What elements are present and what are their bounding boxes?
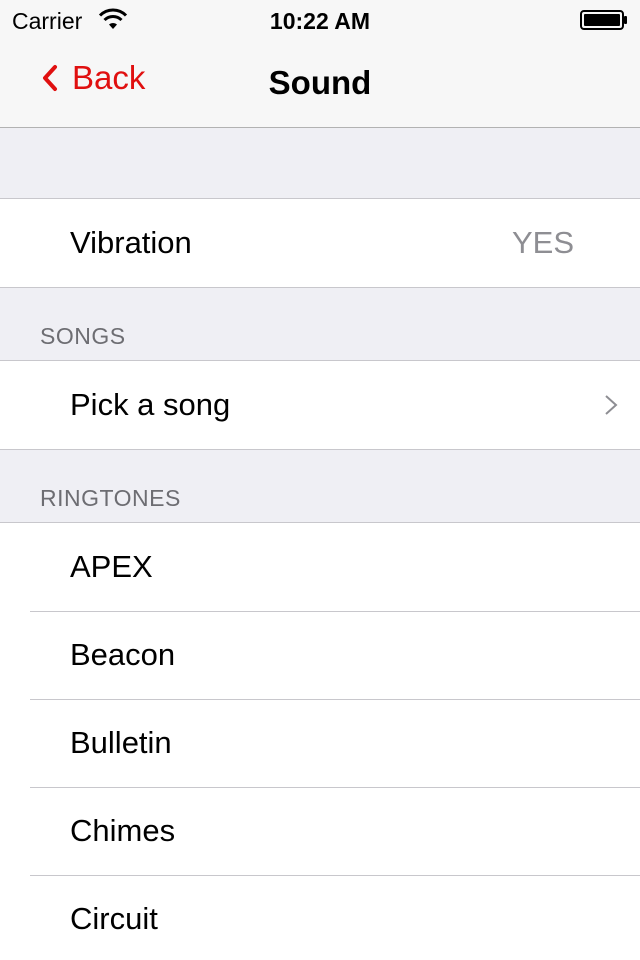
settings-list: Vibration YES SONGS Pick a song RINGTONE…: [0, 128, 640, 960]
ringtone-row-apex[interactable]: APEX: [0, 523, 640, 611]
status-bar: Carrier 10:22 AM: [0, 0, 640, 40]
ringtones-section-header: RINGTONES: [0, 450, 640, 522]
vibration-value: YES: [511, 225, 574, 260]
songs-section-header: SONGS: [0, 288, 640, 360]
pick-song-row[interactable]: Pick a song: [0, 361, 640, 449]
ringtone-row-beacon[interactable]: Beacon: [0, 611, 640, 699]
vibration-row[interactable]: Vibration YES: [0, 199, 640, 287]
ringtone-label: Chimes: [70, 813, 176, 848]
songs-group: Pick a song: [0, 360, 640, 450]
songs-header-label: SONGS: [40, 323, 126, 349]
ringtone-row-bulletin[interactable]: Bulletin: [0, 699, 640, 787]
pick-song-label: Pick a song: [70, 387, 231, 422]
ringtones-header-label: RINGTONES: [40, 485, 181, 511]
page-title: Sound: [268, 64, 372, 101]
battery-icon: [580, 10, 627, 30]
ringtone-label: Circuit: [70, 900, 158, 936]
ringtone-label: Bulletin: [70, 725, 172, 760]
vibration-label: Vibration: [70, 225, 192, 260]
ringtone-row-chimes[interactable]: Chimes: [0, 787, 640, 875]
navigation-bar: Back Sound: [0, 40, 640, 128]
ringtones-group: APEX Beacon Bulletin Chimes Circuit: [0, 522, 640, 960]
vibration-group: Vibration YES: [0, 198, 640, 288]
status-time: 10:22 AM: [269, 8, 371, 34]
ringtone-row-circuit[interactable]: Circuit: [0, 875, 640, 960]
ringtone-label: Beacon: [70, 637, 176, 672]
chevron-right-icon: [605, 395, 618, 415]
ringtone-label: APEX: [70, 549, 153, 584]
